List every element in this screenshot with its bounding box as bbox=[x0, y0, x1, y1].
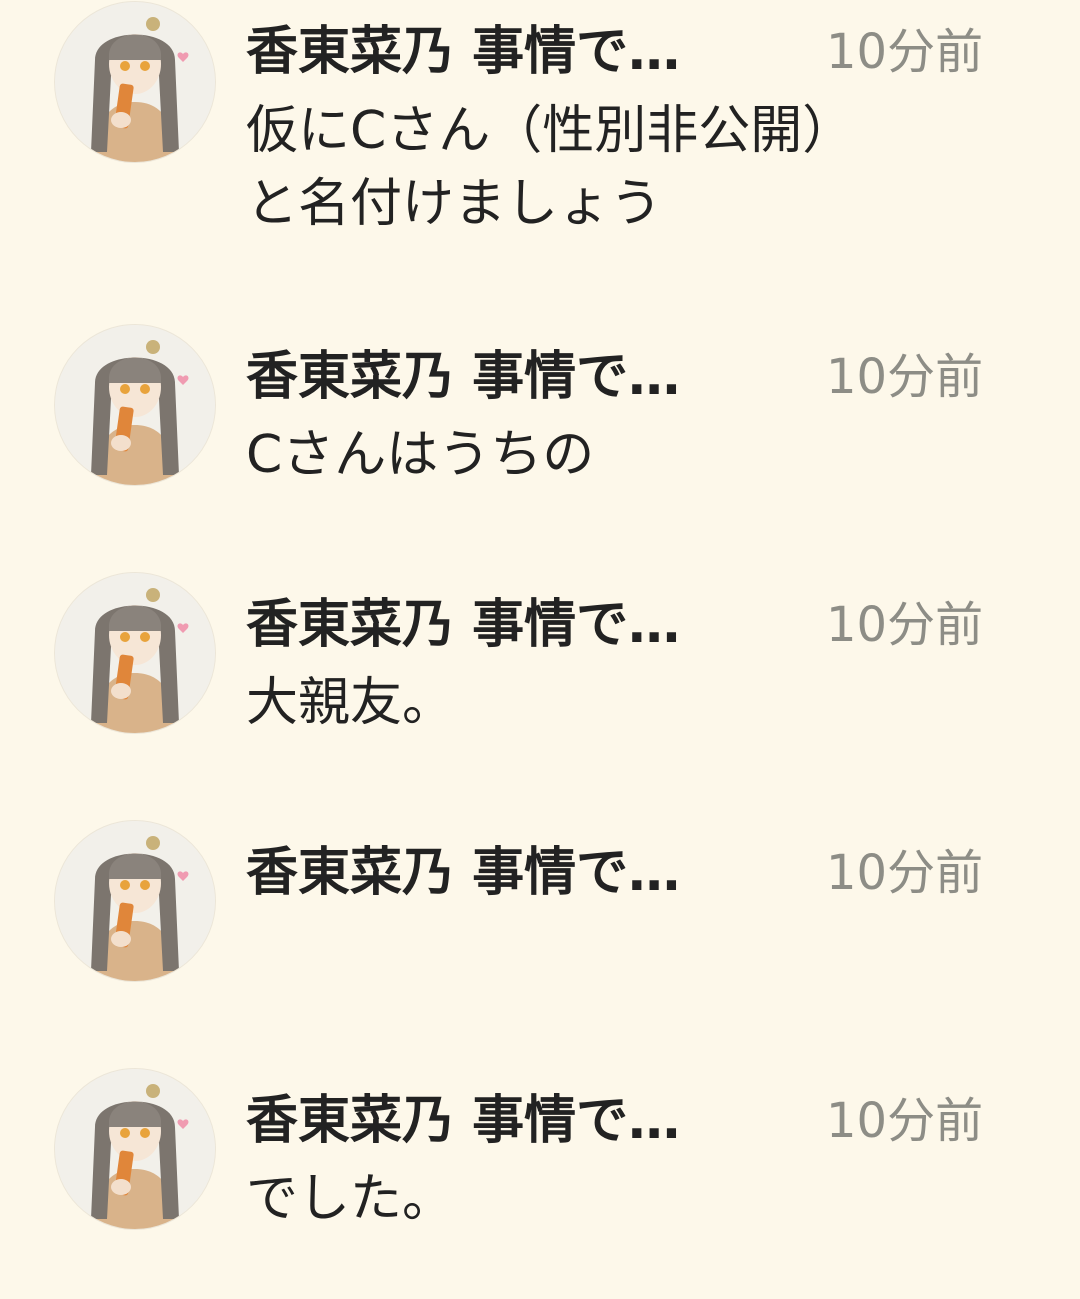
avatar[interactable] bbox=[55, 2, 215, 162]
avatar-illustration-icon bbox=[55, 325, 215, 485]
avatar[interactable] bbox=[55, 325, 215, 485]
avatar[interactable] bbox=[55, 573, 215, 733]
avatar-illustration-icon bbox=[55, 1069, 215, 1229]
sender-name: 香東菜乃 事情で… bbox=[246, 22, 681, 82]
message-timestamp: 10分前 bbox=[826, 24, 984, 80]
message-timestamp: 10分前 bbox=[826, 845, 984, 901]
message-text: でした。 bbox=[246, 1169, 455, 1229]
message-item[interactable]: 香東菜乃 事情で… 10分前 でした。 bbox=[0, 1069, 1080, 1299]
message-item[interactable]: 香東菜乃 事情で… 10分前 Cさんはうちの bbox=[0, 325, 1080, 555]
sender-name: 香東菜乃 事情で… bbox=[246, 595, 681, 655]
message-text: 仮にCさん（性別非公開） と名付けましょう bbox=[246, 101, 855, 234]
avatar-illustration-icon bbox=[55, 573, 215, 733]
sender-name: 香東菜乃 事情で… bbox=[246, 1091, 681, 1151]
message-timestamp: 10分前 bbox=[826, 597, 984, 653]
avatar-illustration-icon bbox=[55, 821, 215, 981]
message-list: 香東菜乃 事情で… 10分前 仮にCさん（性別非公開） と名付けましょう 香東菜… bbox=[0, 0, 1080, 1290]
message-item[interactable]: 香東菜乃 事情で… 10分前 大親友。 bbox=[0, 573, 1080, 803]
avatar-illustration-icon bbox=[55, 2, 215, 162]
sender-name: 香東菜乃 事情で… bbox=[246, 843, 681, 903]
message-text: 大親友。 bbox=[246, 673, 455, 733]
sender-name: 香東菜乃 事情で… bbox=[246, 347, 681, 407]
message-timestamp: 10分前 bbox=[826, 349, 984, 405]
avatar[interactable] bbox=[55, 821, 215, 981]
avatar[interactable] bbox=[55, 1069, 215, 1229]
message-item[interactable]: 香東菜乃 事情で… 10分前 仮にCさん（性別非公開） と名付けましょう bbox=[0, 0, 1080, 234]
message-item[interactable]: 香東菜乃 事情で… 10分前 bbox=[0, 821, 1080, 1051]
message-text: Cさんはうちの bbox=[246, 425, 595, 485]
message-timestamp: 10分前 bbox=[826, 1093, 984, 1149]
